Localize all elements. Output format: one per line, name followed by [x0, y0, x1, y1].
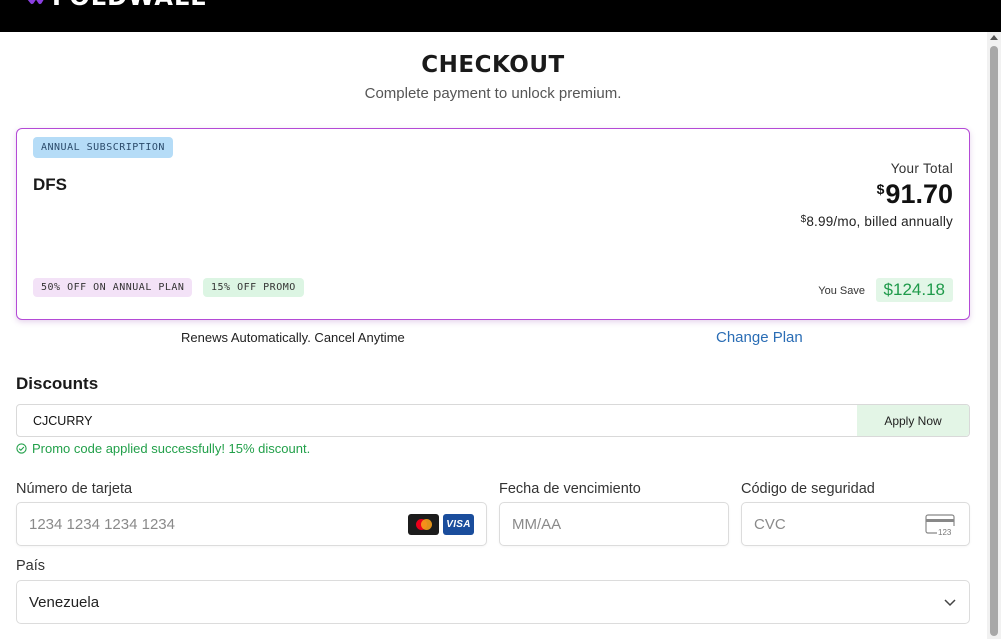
apply-now-button[interactable]: Apply Now — [857, 405, 969, 436]
promo-success-message: Promo code applied successfully! 15% dis… — [16, 441, 310, 456]
page-subtitle: Complete payment to unlock premium. — [364, 85, 622, 102]
visa-icon: VISA — [443, 514, 474, 535]
logo-icon — [27, 0, 44, 4]
cvc-card-icon: 123 — [925, 514, 957, 536]
promo-discount-badge: 15% OFF PROMO — [203, 278, 304, 297]
total-price: $ 91.70 — [877, 179, 953, 210]
cvc-icon-text: 123 — [938, 528, 952, 536]
logo-text: FOLDWALL — [52, 0, 207, 11]
discounts-heading: Discounts — [16, 374, 99, 393]
logo[interactable]: FOLDWALL — [22, 0, 207, 11]
country-value: Venezuela — [29, 594, 100, 611]
card-number-field: VISA — [16, 502, 487, 546]
scroll-up-arrow[interactable] — [990, 35, 998, 40]
scrollbar-thumb[interactable] — [990, 46, 998, 636]
card-number-label: Número de tarjeta — [16, 481, 133, 497]
subscription-type-badge: ANNUAL SUBSCRIPTION — [33, 137, 173, 158]
you-save-value: $124.18 — [875, 278, 953, 302]
cvc-label: Código de seguridad — [741, 481, 875, 497]
card-brand-icons: VISA — [408, 514, 474, 535]
top-bar: FOLDWALL — [0, 0, 1001, 32]
monthly-text: 8.99/mo, billed annually — [806, 214, 953, 229]
promo-code-input[interactable] — [17, 405, 857, 436]
change-plan-link[interactable]: Change Plan — [716, 329, 803, 346]
country-select[interactable]: Venezuela — [16, 580, 970, 624]
cvc-field: 123 — [741, 502, 970, 546]
promo-code-box: Apply Now — [16, 404, 970, 437]
check-circle-icon — [16, 443, 27, 454]
your-total-label: Your Total — [890, 161, 953, 176]
chevron-down-icon — [944, 599, 956, 607]
expiry-field — [499, 502, 729, 546]
renews-notice: Renews Automatically. Cancel Anytime — [181, 330, 405, 345]
you-save-label: You Save — [818, 285, 865, 297]
monthly-price: $8.99/mo, billed annually — [801, 214, 953, 229]
expiry-label: Fecha de vencimiento — [499, 481, 641, 497]
country-label: País — [16, 558, 46, 574]
expiry-input[interactable] — [500, 503, 728, 545]
plan-summary-card: ANNUAL SUBSCRIPTION DFS Your Total $ 91.… — [16, 128, 970, 320]
total-amount: 91.70 — [885, 179, 953, 209]
promo-success-text: Promo code applied successfully! 15% dis… — [32, 441, 311, 456]
plan-name: DFS — [33, 175, 67, 194]
mastercard-icon — [408, 514, 439, 535]
page-title: CHECKOUT — [421, 52, 565, 78]
total-currency: $ — [876, 181, 885, 197]
annual-discount-badge: 50% OFF ON ANNUAL PLAN — [33, 278, 193, 297]
